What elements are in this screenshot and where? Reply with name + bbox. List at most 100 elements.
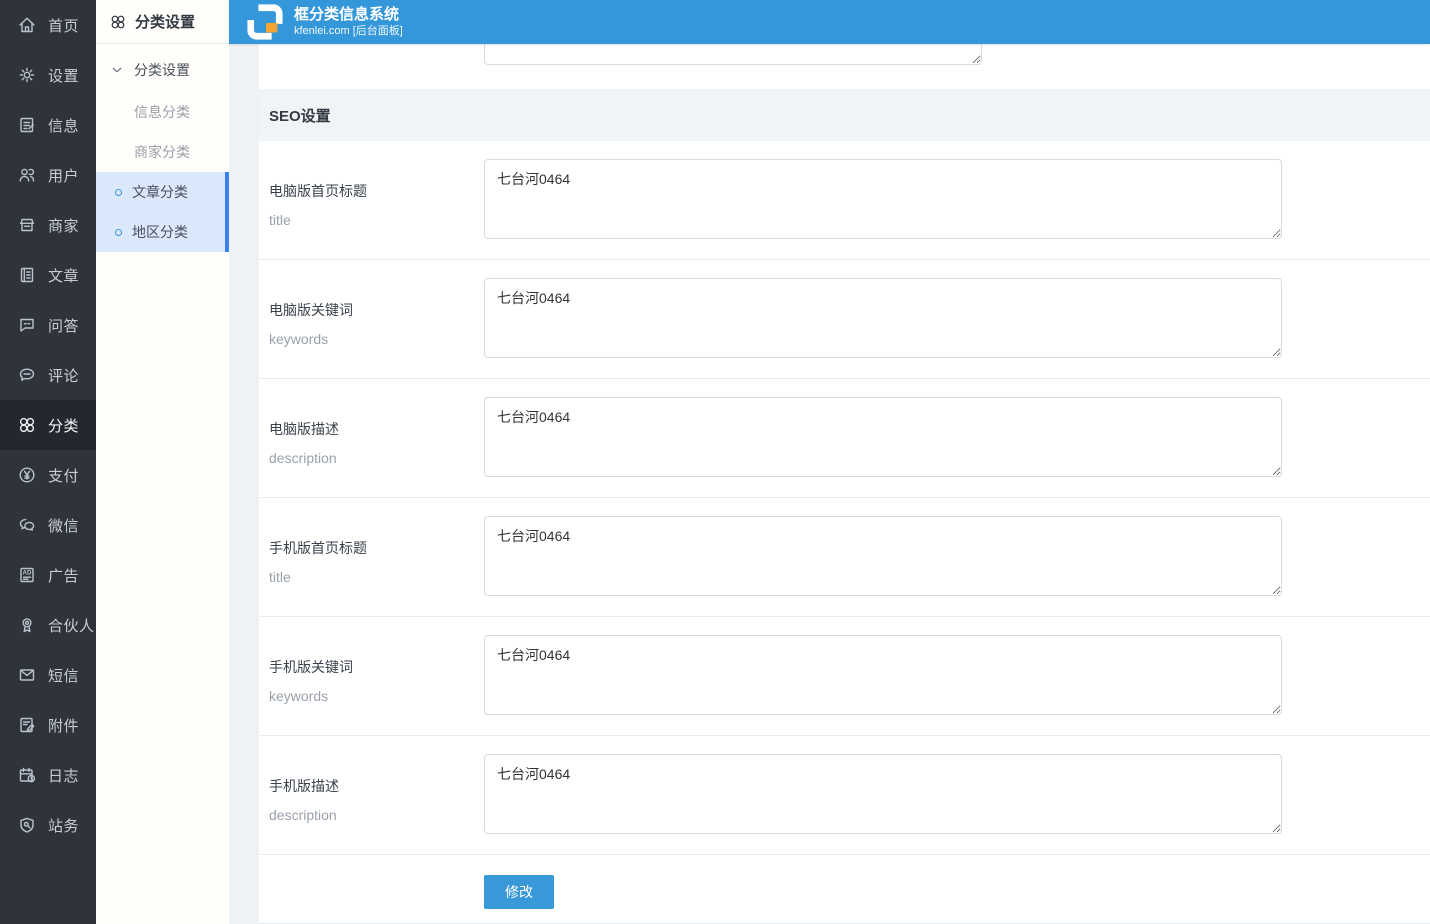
form-row-label-block: 电脑版首页标题 title bbox=[269, 159, 484, 239]
sidebar-item-users[interactable]: 用户 bbox=[0, 150, 96, 200]
field-label: 手机版首页标题 bbox=[269, 540, 367, 556]
sidebar-item-label: 分类 bbox=[48, 417, 80, 435]
chevron-down-icon bbox=[110, 63, 124, 77]
form-row-pc-description: 电脑版描述 description bbox=[259, 379, 1430, 498]
home-icon bbox=[17, 15, 37, 35]
sidebar-item-articles[interactable]: 文章 bbox=[0, 250, 96, 300]
sidebar-item-categories[interactable]: 分类 bbox=[0, 400, 96, 450]
comment-icon bbox=[17, 365, 37, 385]
envelope-icon bbox=[17, 665, 37, 685]
sidebar-item-partners[interactable]: 合伙人 bbox=[0, 600, 96, 650]
active-bullet-icon bbox=[115, 228, 122, 236]
submit-row: 修改 bbox=[259, 855, 1430, 924]
field-label: 手机版描述 bbox=[269, 778, 339, 794]
brand-block: 框分类信息系统 kfenlei.com [后台面板] bbox=[294, 6, 403, 38]
subnav-group-categories[interactable]: 分类设置 bbox=[96, 48, 229, 92]
field-sublabel: title bbox=[269, 212, 291, 228]
sidebar-item-label: 商家 bbox=[48, 217, 80, 235]
sidebar-item-logs[interactable]: 日志 bbox=[0, 750, 96, 800]
sidebar-item-info[interactable]: 信息 bbox=[0, 100, 96, 150]
mobile-description-textarea[interactable] bbox=[484, 754, 1282, 834]
app-root: 首页设置信息用户商家文章问答评论分类支付微信 AD 广告合伙人短信附件日志站务 分类… bbox=[0, 0, 1430, 924]
sidebar-item-label: 合伙人 bbox=[48, 617, 95, 635]
subnav-item-region-categories[interactable]: 地区分类 bbox=[96, 212, 229, 252]
form-card: SEO设置 电脑版首页标题 title 电脑版关键词 keywords 电脑版描述 des… bbox=[259, 44, 1430, 924]
field-sublabel: keywords bbox=[269, 688, 329, 704]
form-row-label-block: 电脑版关键词 keywords bbox=[269, 278, 484, 358]
subnav-item-info-categories[interactable]: 信息分类 bbox=[96, 92, 229, 132]
form-row-label-block: 手机版首页标题 title bbox=[269, 516, 484, 596]
field-label: 电脑版关键词 bbox=[269, 302, 353, 318]
sidebar-item-ads[interactable]: AD 广告 bbox=[0, 550, 96, 600]
yuan-circle-icon bbox=[17, 465, 37, 485]
field-sublabel: description bbox=[269, 450, 337, 466]
seo-section-header: SEO设置 bbox=[259, 89, 1430, 141]
secondary-sidebar: 分类设置 分类设置 信息分类商家分类文章分类地区分类 bbox=[96, 0, 229, 924]
subnav-item-label: 商家分类 bbox=[134, 144, 190, 160]
gear-icon bbox=[17, 65, 37, 85]
subnav-item-label: 地区分类 bbox=[132, 224, 188, 240]
form-row-pc-title: 电脑版首页标题 title bbox=[259, 141, 1430, 260]
subnav-title: 分类设置 bbox=[135, 14, 196, 31]
subnav-group-label: 分类设置 bbox=[134, 62, 190, 78]
sidebar-item-label: 短信 bbox=[48, 667, 80, 685]
sidebar-item-payment[interactable]: 支付 bbox=[0, 450, 96, 500]
sidebar-item-wechat[interactable]: 微信 bbox=[0, 500, 96, 550]
sidebar-item-merchants[interactable]: 商家 bbox=[0, 200, 96, 250]
field-sublabel: title bbox=[269, 569, 291, 585]
pc-keywords-textarea[interactable] bbox=[484, 278, 1282, 358]
field-label: 电脑版首页标题 bbox=[269, 183, 367, 199]
sidebar-item-label: 附件 bbox=[48, 717, 80, 735]
sidebar-item-label: 评论 bbox=[48, 367, 80, 385]
top-partial-textarea[interactable] bbox=[484, 44, 982, 65]
sidebar-item-settings[interactable]: 设置 bbox=[0, 50, 96, 100]
app-subtitle: kfenlei.com [后台面板] bbox=[294, 25, 403, 37]
sidebar-item-sms[interactable]: 短信 bbox=[0, 650, 96, 700]
field-label: 电脑版描述 bbox=[269, 421, 339, 437]
subnav-item-label: 文章分类 bbox=[132, 184, 188, 200]
pc-title-textarea[interactable] bbox=[484, 159, 1282, 239]
calendar-clock-icon bbox=[17, 765, 37, 785]
users-icon bbox=[17, 165, 37, 185]
article-icon bbox=[17, 265, 37, 285]
sidebar-item-comments[interactable]: 评论 bbox=[0, 350, 96, 400]
main-content: SEO设置 电脑版首页标题 title 电脑版关键词 keywords 电脑版描述 des… bbox=[229, 44, 1430, 924]
form-row-mobile-keywords: 手机版关键词 keywords bbox=[259, 617, 1430, 736]
subnav-item-article-categories[interactable]: 文章分类 bbox=[96, 172, 229, 212]
sidebar-item-label: 支付 bbox=[48, 467, 80, 485]
medal-icon bbox=[17, 615, 37, 635]
mobile-title-textarea[interactable] bbox=[484, 516, 1282, 596]
sidebar-item-label: 日志 bbox=[48, 767, 80, 785]
sidebar-item-label: 用户 bbox=[48, 167, 80, 185]
field-sublabel: description bbox=[269, 807, 337, 823]
ad-doc-icon: AD bbox=[17, 565, 37, 585]
logo-mark-icon bbox=[246, 3, 284, 41]
sidebar-item-label: 首页 bbox=[48, 17, 80, 35]
seo-section-title: SEO设置 bbox=[269, 107, 331, 125]
file-pen-icon bbox=[17, 715, 37, 735]
topbar: 框分类信息系统 kfenlei.com [后台面板] bbox=[229, 0, 1430, 44]
sidebar-item-label: 文章 bbox=[48, 267, 80, 285]
seo-form: 电脑版首页标题 title 电脑版关键词 keywords 电脑版描述 descripti… bbox=[259, 141, 1430, 924]
sidebar-item-qa[interactable]: 问答 bbox=[0, 300, 96, 350]
sidebar-item-label: 设置 bbox=[48, 67, 80, 85]
app-title: 框分类信息系统 bbox=[294, 6, 400, 23]
categories-icon bbox=[17, 415, 37, 435]
categories-icon bbox=[109, 13, 127, 31]
primary-sidebar: 首页设置信息用户商家文章问答评论分类支付微信 AD 广告合伙人短信附件日志站务 bbox=[0, 0, 96, 924]
form-row-label-block: 电脑版描述 description bbox=[269, 397, 484, 477]
sidebar-item-label: 问答 bbox=[48, 317, 80, 335]
sidebar-item-site[interactable]: 站务 bbox=[0, 800, 96, 850]
form-row-mobile-description: 手机版描述 description bbox=[259, 736, 1430, 855]
field-label: 手机版关键词 bbox=[269, 659, 353, 675]
pc-description-textarea[interactable] bbox=[484, 397, 1282, 477]
mobile-keywords-textarea[interactable] bbox=[484, 635, 1282, 715]
sidebar-item-attachments[interactable]: 附件 bbox=[0, 700, 96, 750]
wechat-icon bbox=[17, 515, 37, 535]
sidebar-item-home[interactable]: 首页 bbox=[0, 0, 96, 50]
store-icon bbox=[17, 215, 37, 235]
modify-button[interactable]: 修改 bbox=[484, 875, 554, 909]
subnav-items: 信息分类商家分类文章分类地区分类 bbox=[96, 92, 229, 252]
sidebar-item-label: 站务 bbox=[48, 817, 80, 835]
subnav-item-merchant-categories[interactable]: 商家分类 bbox=[96, 132, 229, 172]
